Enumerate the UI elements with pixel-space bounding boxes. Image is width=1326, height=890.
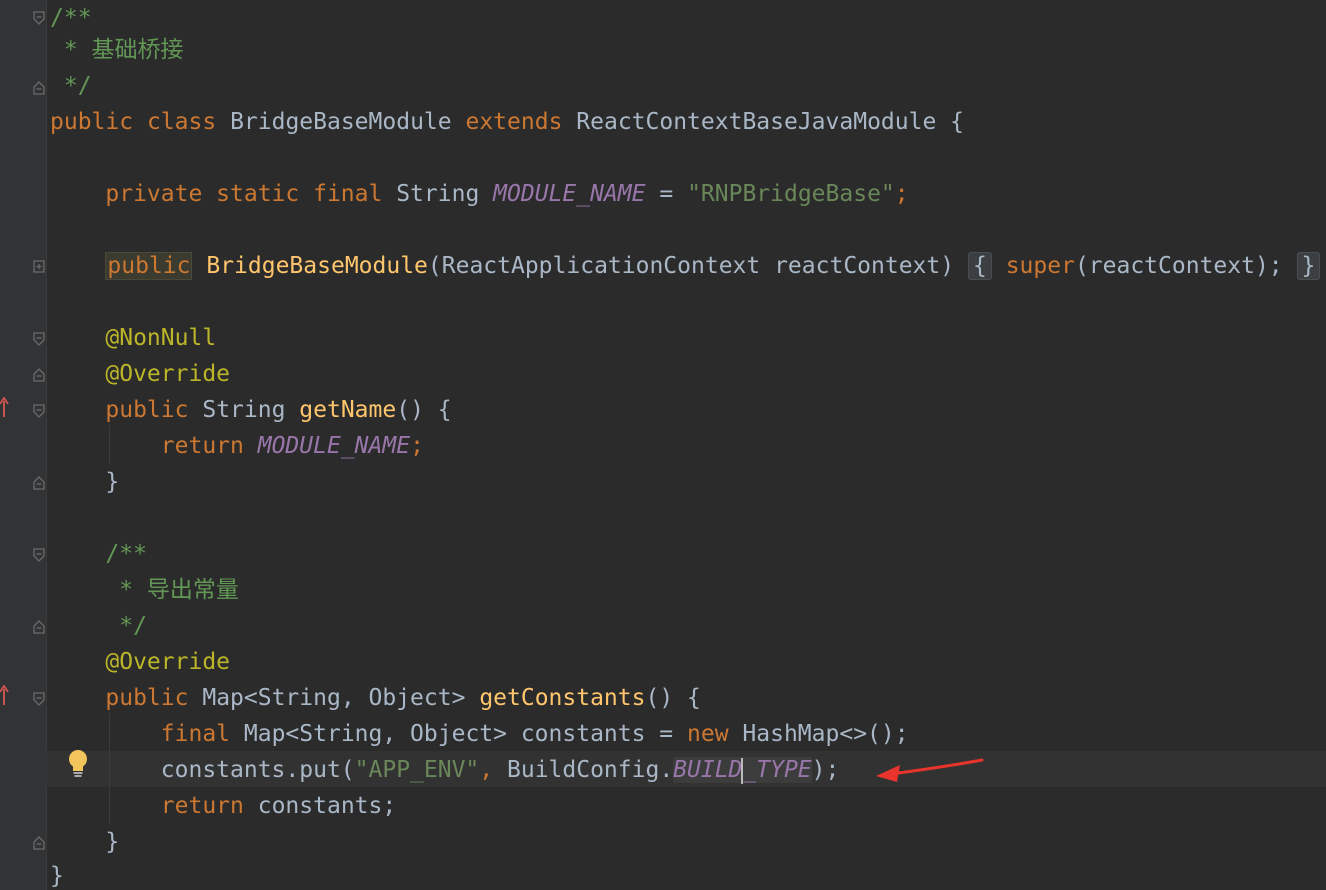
override-marker-icon[interactable]: [0, 685, 10, 707]
comma: ,: [479, 757, 494, 783]
fold-icon[interactable]: [32, 619, 46, 635]
annotation: @Override: [105, 361, 231, 387]
folded-brace[interactable]: }: [1296, 252, 1321, 280]
keyword: super: [1005, 253, 1075, 279]
class-name: BridgeBaseModule: [230, 109, 452, 135]
code-line[interactable]: return constants;: [50, 788, 396, 824]
doc-comment: * 基础桥接: [50, 37, 184, 63]
variable: constants;: [257, 793, 397, 819]
type-name: String: [202, 397, 286, 423]
doc-comment: /**: [105, 541, 147, 567]
fold-icon[interactable]: [32, 10, 46, 26]
doc-comment: /**: [50, 5, 92, 31]
code-line[interactable]: }: [50, 464, 119, 500]
keyword: public: [50, 109, 134, 135]
code-line[interactable]: /**: [50, 0, 92, 36]
fold-icon[interactable]: [32, 331, 46, 347]
annotation: @NonNull: [105, 325, 217, 351]
code-line[interactable]: * 导出常量: [50, 572, 239, 608]
keyword: final: [160, 721, 231, 747]
code-line-class-decl[interactable]: public class BridgeBaseModule extends Re…: [50, 104, 964, 140]
code-line-current[interactable]: constants.put("APP_ENV", BuildConfig.BUI…: [50, 752, 839, 788]
method-call: constants.put(: [160, 757, 355, 783]
constructor-call: HashMap<>();: [742, 721, 909, 747]
punctuation: () {: [396, 397, 452, 423]
code-editor[interactable]: /** * 基础桥接 */ public class BridgeBaseMod…: [0, 0, 1326, 890]
method-name: getName: [299, 397, 397, 423]
fold-icon[interactable]: [32, 80, 46, 96]
type-name: String: [396, 181, 480, 207]
code-line-method-getconstants[interactable]: public Map<String, Object> getConstants(…: [50, 680, 701, 716]
parent-class: ReactContextBaseJavaModule: [576, 109, 937, 135]
brace: {: [950, 109, 965, 135]
method-name: getConstants: [479, 685, 646, 711]
code-line[interactable]: */: [50, 608, 147, 644]
field-name: BUILD: [673, 757, 743, 783]
operator: =: [659, 181, 674, 207]
keyword: private static final: [105, 181, 383, 207]
brace: }: [105, 469, 120, 495]
string-literal: "APP_ENV": [354, 757, 480, 783]
declaration: Map<String, Object> constants =: [243, 721, 674, 747]
folded-brace[interactable]: {: [967, 252, 992, 280]
doc-comment: */: [50, 73, 92, 99]
semicolon: ;: [894, 181, 909, 207]
code-line[interactable]: /**: [50, 536, 147, 572]
fold-icon[interactable]: [32, 691, 46, 707]
annotation: @Override: [105, 649, 231, 675]
constructor-name: BridgeBaseModule: [206, 253, 428, 279]
code-line-constructor[interactable]: public BridgeBaseModule(ReactApplication…: [50, 248, 1321, 284]
fold-expand-icon[interactable]: [32, 259, 46, 275]
code-line[interactable]: * 基础桥接: [50, 32, 184, 68]
override-marker-icon[interactable]: [0, 397, 10, 419]
keyword: class: [146, 109, 217, 135]
args: (reactContext);: [1074, 253, 1283, 279]
fold-icon[interactable]: [32, 367, 46, 383]
keyword: public: [105, 252, 193, 280]
field-name: MODULE_NAME: [493, 181, 646, 207]
fold-icon[interactable]: [32, 403, 46, 419]
semicolon: ;: [410, 433, 424, 459]
brace: }: [105, 829, 120, 855]
punctuation: () {: [645, 685, 701, 711]
editor-gutter[interactable]: [0, 0, 46, 890]
field-name: MODULE_NAME: [257, 433, 411, 459]
code-line[interactable]: */: [50, 68, 92, 104]
doc-comment: * 导出常量: [105, 577, 239, 603]
code-line[interactable]: @Override: [50, 644, 230, 680]
field-name: _TYPE: [742, 757, 812, 783]
code-line[interactable]: @Override: [50, 356, 230, 392]
keyword: return: [160, 433, 244, 459]
keyword: public: [105, 397, 189, 423]
params: (ReactApplicationContext reactContext): [427, 253, 955, 279]
fold-icon[interactable]: [32, 547, 46, 563]
type-name: Map<String, Object>: [202, 685, 466, 711]
class-ref: BuildConfig.: [507, 757, 674, 783]
code-line[interactable]: }: [50, 824, 119, 860]
brace: }: [50, 863, 64, 889]
code-line[interactable]: return MODULE_NAME;: [50, 428, 424, 464]
fold-icon[interactable]: [32, 835, 46, 851]
keyword: new: [687, 721, 729, 747]
keyword: public: [105, 685, 189, 711]
code-line[interactable]: }: [50, 858, 64, 890]
code-line-field[interactable]: private static final String MODULE_NAME …: [50, 176, 909, 212]
doc-comment: */: [105, 613, 147, 639]
keyword: extends: [465, 109, 563, 135]
code-line[interactable]: @NonNull: [50, 320, 216, 356]
fold-icon[interactable]: [32, 475, 46, 491]
punctuation: );: [811, 757, 840, 783]
string-literal: "RNPBridgeBase": [687, 181, 895, 207]
keyword: return: [160, 793, 244, 819]
red-arrow-annotation-icon: [876, 758, 984, 782]
code-line-method-getname[interactable]: public String getName() {: [50, 392, 452, 428]
code-line[interactable]: final Map<String, Object> constants = ne…: [50, 716, 909, 752]
